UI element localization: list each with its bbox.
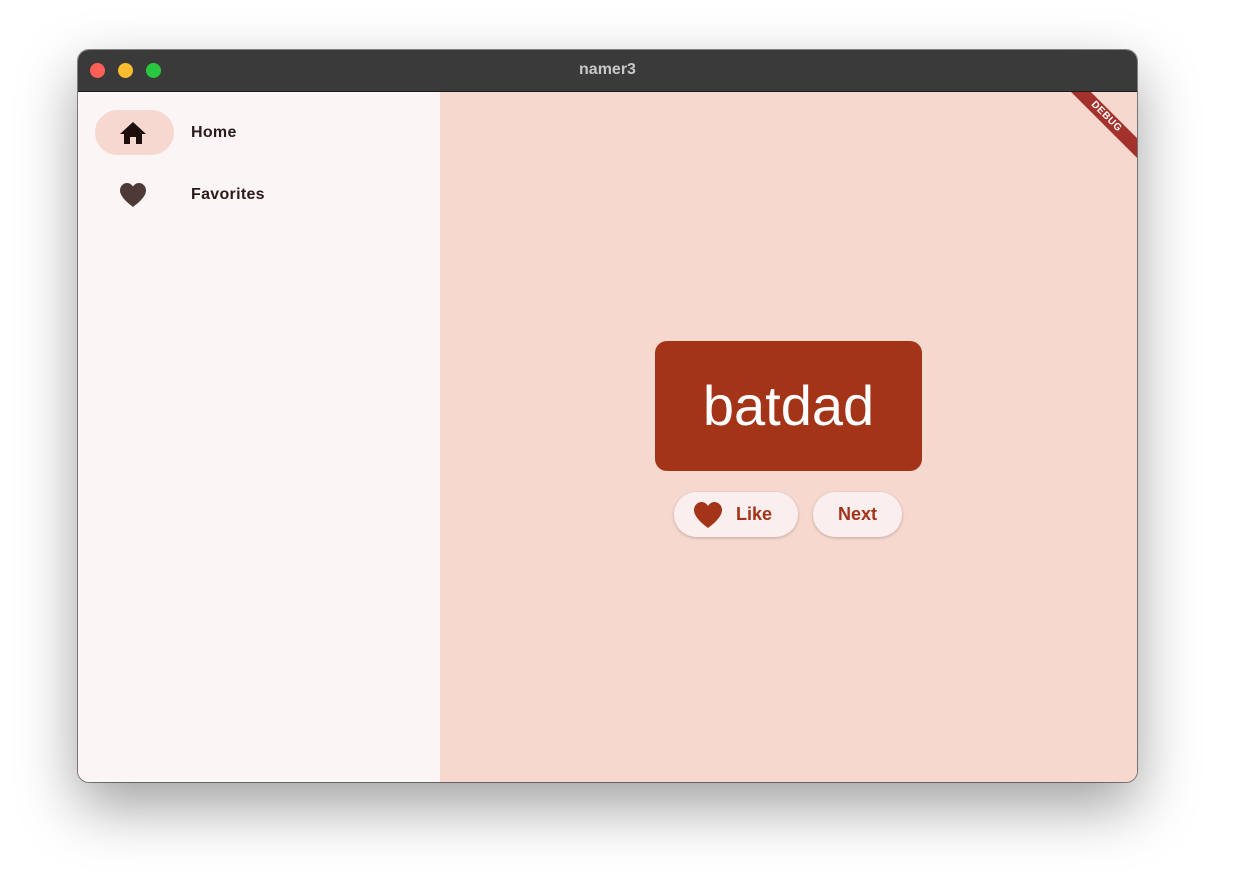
nav-label-home: Home: [191, 124, 237, 141]
generator-page: DEBUG batdad Like Next: [440, 92, 1137, 782]
desktop-background: namer3 Home Favorites DEBUG batdad Like …: [0, 0, 1236, 892]
like-button-label: Like: [736, 504, 773, 524]
like-button[interactable]: Like: [674, 492, 798, 537]
nav-label-favorites: Favorites: [191, 186, 265, 203]
nav-item-favorites[interactable]: Favorites: [78, 172, 440, 218]
next-button-label: Next: [837, 504, 877, 524]
heart-icon: [693, 501, 723, 529]
nav-item-home[interactable]: Home: [78, 110, 440, 156]
next-button[interactable]: Next: [813, 492, 902, 537]
window-title: namer3: [579, 61, 636, 78]
debug-banner: DEBUG: [1055, 92, 1137, 168]
word-pair-card: batdad: [655, 341, 922, 471]
title-bar[interactable]: namer3: [78, 50, 1137, 92]
navigation-rail: Home Favorites: [78, 92, 440, 782]
app-window: namer3 Home Favorites DEBUG batdad Like …: [78, 50, 1137, 782]
home-icon: [119, 120, 147, 146]
heart-icon: [119, 182, 147, 208]
